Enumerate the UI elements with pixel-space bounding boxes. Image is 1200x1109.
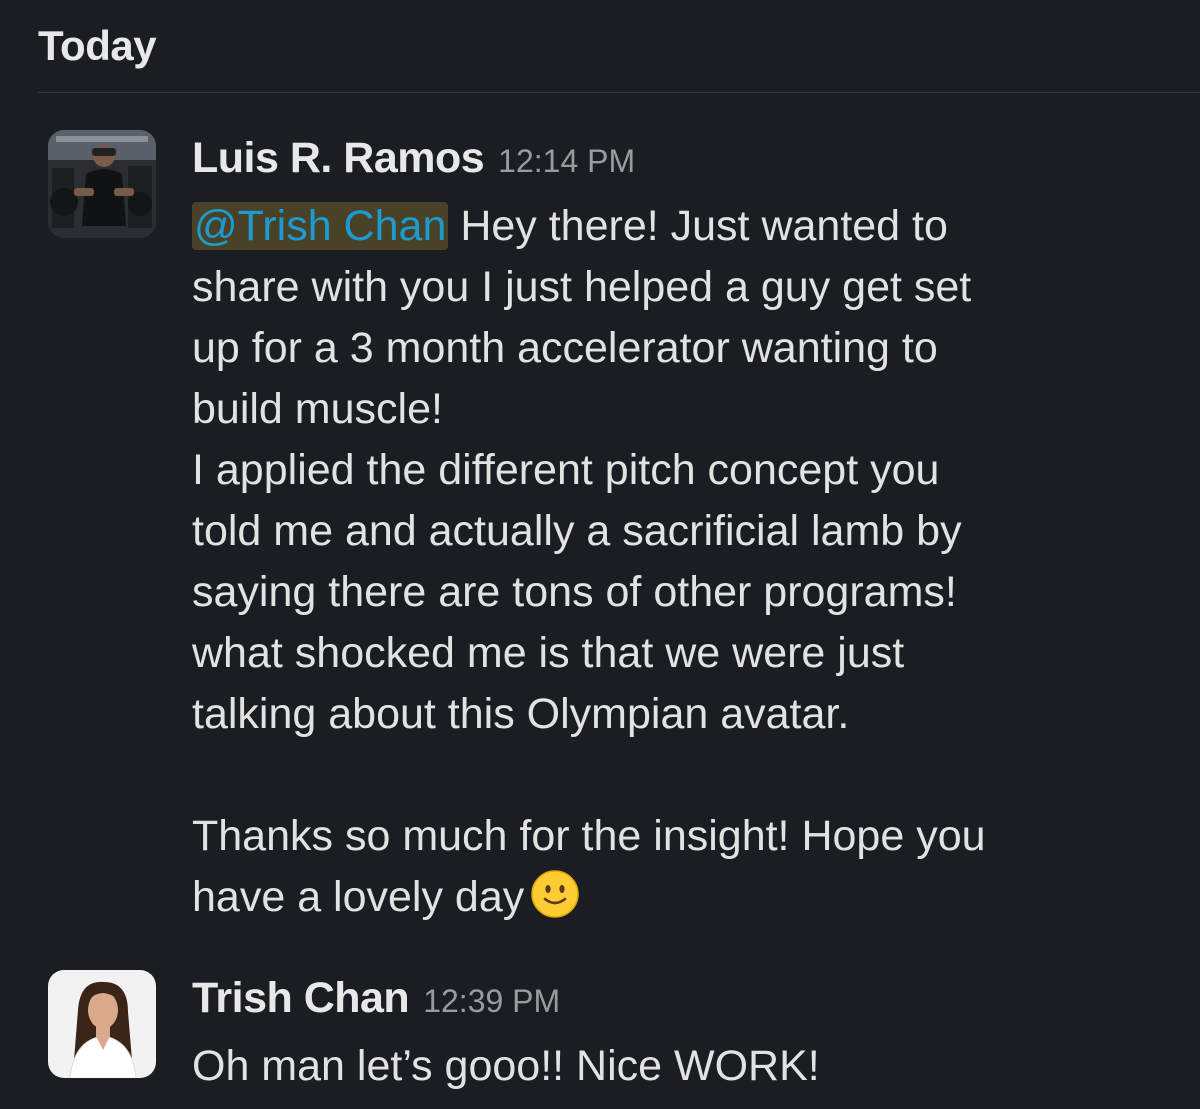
message-text-line: saying there are tons of other programs!	[192, 568, 957, 616]
message-text-line: Thanks so much for the insight! Hope you	[192, 812, 986, 860]
message-text-line: talking about this Olympian avatar.	[192, 690, 850, 738]
avatar[interactable]	[48, 970, 156, 1078]
day-divider-label[interactable]: Today	[38, 22, 157, 70]
message-text-line: share with you I just helped a guy get s…	[192, 263, 972, 311]
message-body: Trish Chan 12:39 PM Oh man let’s gooo!! …	[192, 970, 1152, 1097]
sender-name[interactable]: Luis R. Ramos	[192, 134, 485, 183]
message-text-line: I applied the different pitch concept yo…	[192, 446, 940, 494]
message-text-line: have a lovely day	[192, 867, 1152, 928]
message-text-line: build muscle!	[192, 385, 443, 433]
message-text-line: up for a 3 month accelerator wanting to	[192, 324, 938, 372]
message-text: Hey there! Just wanted to	[460, 202, 948, 250]
day-divider-line	[38, 92, 1200, 93]
sender-name[interactable]: Trish Chan	[192, 974, 410, 1023]
slightly-smiling-face-emoji-icon[interactable]	[530, 869, 580, 919]
message-text-line: Oh man let’s gooo!! Nice WORK!	[192, 1042, 820, 1090]
message-text: have a lovely day	[192, 873, 525, 921]
user-avatar-gym-photo-icon	[48, 130, 156, 238]
user-avatar-portrait-photo-icon	[48, 970, 156, 1078]
message-text-line: what shocked me is that we were just	[192, 629, 905, 677]
message-text-line: told me and actually a sacrificial lamb …	[192, 507, 962, 555]
message-header: Luis R. Ramos 12:14 PM	[192, 130, 1152, 196]
message-timestamp[interactable]: 12:39 PM	[423, 983, 560, 1020]
user-mention[interactable]: @Trish Chan	[192, 202, 449, 250]
message-header: Trish Chan 12:39 PM	[192, 970, 1152, 1036]
message-timestamp[interactable]: 12:14 PM	[498, 143, 635, 180]
message-text-line: @Trish Chan Hey there! Just wanted to	[192, 196, 1152, 257]
avatar[interactable]	[48, 130, 156, 238]
message-body: Luis R. Ramos 12:14 PM @Trish Chan Hey t…	[192, 130, 1152, 928]
